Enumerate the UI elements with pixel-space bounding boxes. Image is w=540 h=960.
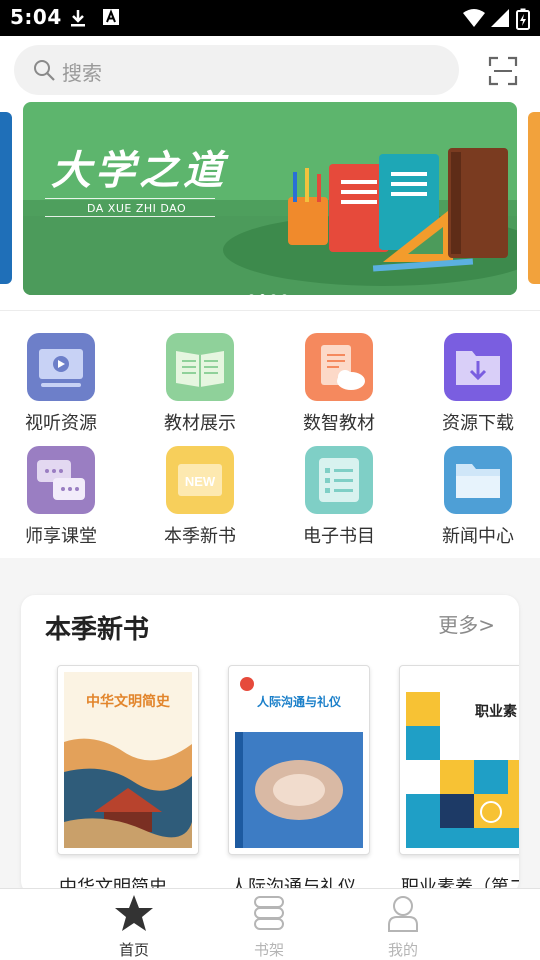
grid-label: 本季新书 <box>164 526 236 547</box>
nav-bookshelf[interactable]: 书架 <box>224 893 314 960</box>
more-link[interactable]: 更多> <box>438 609 495 638</box>
banner-prev-peek <box>0 112 12 284</box>
cover-title: 职业素 <box>475 703 517 720</box>
carousel-dot <box>271 294 276 295</box>
status-bar: 5:04 <box>0 0 540 36</box>
book-cover: 人际沟通与礼仪 <box>228 665 370 855</box>
search-input[interactable]: 搜索 <box>14 45 459 95</box>
grid-item-textbook-display[interactable]: 教材展示 <box>145 333 255 435</box>
svg-text:NEW: NEW <box>185 474 216 489</box>
search-bar-area: 搜索 <box>0 36 540 100</box>
banner-carousel[interactable]: 大学之道 DA XUE ZHI DAO <box>0 100 540 310</box>
feature-grid: 视听资源 教材展示 数智教材 资源下载 师享课堂 NEW 本季新书 电子书目 新… <box>0 310 540 558</box>
search-placeholder: 搜索 <box>62 61 102 85</box>
grid-item-news-center[interactable]: 新闻中心 <box>423 446 533 548</box>
banner-divider <box>45 198 215 199</box>
grid-item-ebook-catalog[interactable]: 电子书目 <box>284 446 394 548</box>
grid-label: 新闻中心 <box>442 526 514 547</box>
list-icon <box>305 446 373 514</box>
grid-item-video-resources[interactable]: 视听资源 <box>6 333 116 435</box>
nav-label: 书架 <box>253 941 284 959</box>
grid-item-new-books[interactable]: NEW 本季新书 <box>145 446 255 548</box>
section-title: 本季新书 <box>45 615 150 645</box>
grid-label: 师享课堂 <box>25 526 97 547</box>
folder-download-icon <box>444 333 512 401</box>
cover-title: 人际沟通与礼仪 <box>257 694 342 709</box>
new-books-section: 本季新书 更多> 中华文明简史 中华文明简史 人际沟通与礼仪 人际沟通与礼仪 职… <box>21 595 519 895</box>
book-card[interactable]: 职业素 职业素养（第二 <box>399 665 519 895</box>
open-book-icon <box>166 333 234 401</box>
grid-label: 教材展示 <box>164 413 236 434</box>
cloud-document-icon <box>305 333 373 401</box>
book-card[interactable]: 人际沟通与礼仪 人际沟通与礼仪 <box>228 665 370 895</box>
grid-item-digital-textbook[interactable]: 数智教材 <box>284 333 394 435</box>
book-cover: 职业素 <box>399 665 519 855</box>
nav-profile[interactable]: 我的 <box>358 893 448 960</box>
star-icon <box>115 895 153 931</box>
nav-label: 我的 <box>387 941 418 959</box>
banner-subtitle: DA XUE ZHI DAO <box>87 202 187 215</box>
grid-label: 电子书目 <box>303 526 375 547</box>
nav-home[interactable]: 首页 <box>89 893 179 960</box>
status-time: 5:04 <box>10 5 62 29</box>
download-icon <box>71 10 85 27</box>
banner-slide[interactable]: 大学之道 DA XUE ZHI DAO <box>23 102 517 295</box>
book-card[interactable]: 中华文明简史 中华文明简史 <box>57 665 199 895</box>
user-icon <box>388 896 418 932</box>
banner-next-peek <box>528 112 540 284</box>
video-resource-icon <box>27 333 95 401</box>
new-book-icon: NEW <box>166 446 234 514</box>
book-cover: 中华文明简史 <box>57 665 199 855</box>
nav-label: 首页 <box>118 941 149 959</box>
folder-icon <box>444 446 512 514</box>
grid-label: 资源下载 <box>442 413 514 434</box>
carousel-indicator <box>249 284 293 295</box>
banner-divider <box>45 216 215 217</box>
carousel-dot-active <box>260 294 265 295</box>
grid-item-resource-download[interactable]: 资源下载 <box>423 333 533 435</box>
bookshelf-icon <box>254 896 284 930</box>
carousel-dot <box>282 294 287 295</box>
app-notification-icon <box>103 9 119 25</box>
chat-bubbles-icon <box>27 446 95 514</box>
scan-icon[interactable] <box>488 56 518 86</box>
search-icon <box>34 60 55 81</box>
signal-icon <box>491 9 509 27</box>
grid-label: 视听资源 <box>25 413 97 434</box>
cover-title: 中华文明简史 <box>86 693 171 710</box>
carousel-dot <box>249 294 254 295</box>
banner-title: 大学之道 <box>51 147 227 194</box>
grid-label: 数智教材 <box>303 413 375 434</box>
battery-icon <box>516 8 530 30</box>
wifi-icon <box>463 9 485 27</box>
bottom-navigation: 首页 书架 我的 <box>0 888 540 960</box>
grid-item-teacher-classroom[interactable]: 师享课堂 <box>6 446 116 548</box>
